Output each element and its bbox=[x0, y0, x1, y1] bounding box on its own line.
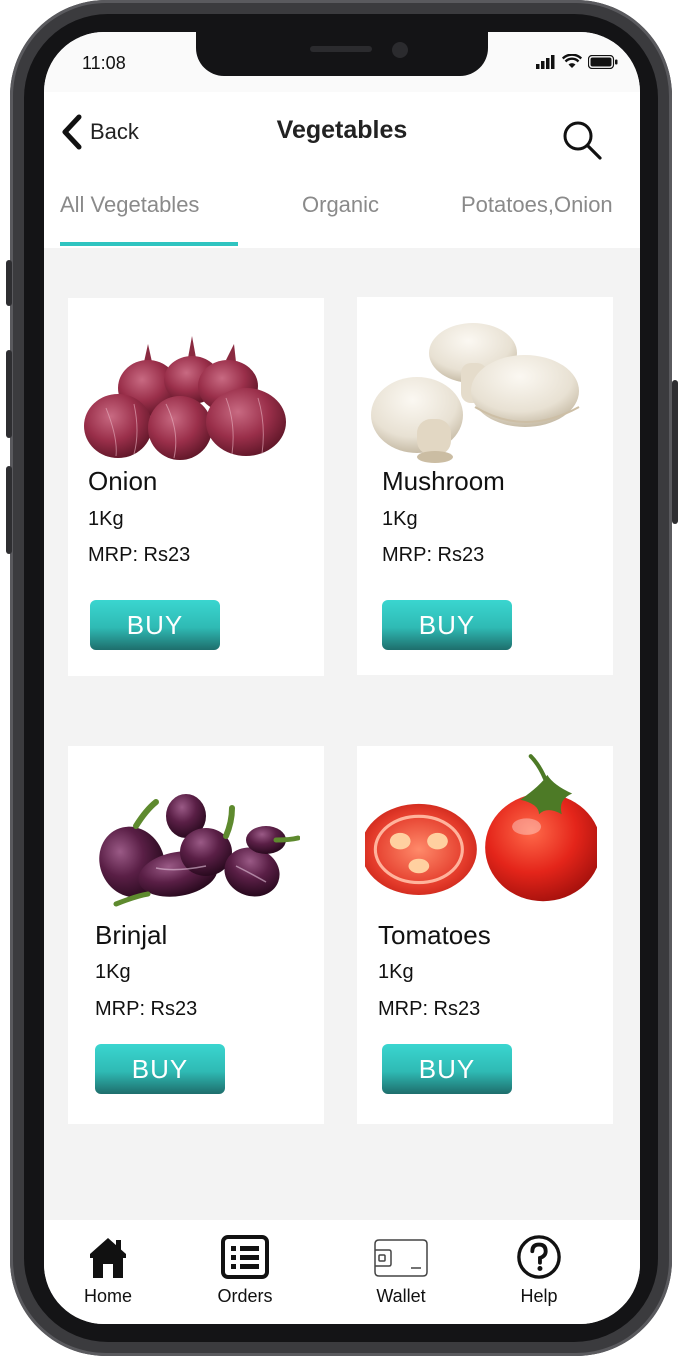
product-price: MRP: Rs23 bbox=[88, 544, 191, 566]
nav-orders[interactable]: Orders bbox=[195, 1234, 295, 1307]
buy-button[interactable]: BUY bbox=[95, 1044, 225, 1094]
product-card-tomatoes: Tomatoes 1Kg MRP: Rs23 BUY bbox=[357, 746, 613, 1124]
nav-label: Orders bbox=[217, 1286, 273, 1306]
nav-help[interactable]: Help bbox=[489, 1234, 589, 1307]
signal-icon bbox=[536, 54, 555, 69]
tab-organic[interactable]: Organic bbox=[302, 192, 379, 218]
orders-list-icon bbox=[221, 1235, 269, 1279]
buy-button[interactable]: BUY bbox=[382, 1044, 512, 1094]
product-price: MRP: Rs23 bbox=[378, 998, 481, 1020]
product-price: MRP: Rs23 bbox=[382, 544, 485, 566]
status-time: 11:08 bbox=[82, 53, 126, 73]
nav-wallet[interactable]: Wallet bbox=[351, 1234, 451, 1307]
onion-image bbox=[84, 336, 286, 460]
buy-button[interactable]: BUY bbox=[382, 600, 512, 650]
product-qty: 1Kg bbox=[95, 961, 131, 983]
status-icons bbox=[536, 54, 618, 69]
brinjal-image bbox=[99, 794, 300, 907]
app-screen: 11:08 Back Vegetables All Vegetables Org… bbox=[44, 32, 640, 1324]
product-card-brinjal: Brinjal 1Kg MRP: Rs23 BUY bbox=[68, 746, 324, 1124]
wifi-icon bbox=[562, 54, 582, 68]
product-qty: 1Kg bbox=[382, 508, 418, 530]
product-card-mushroom: Mushroom 1Kg MRP: Rs23 BUY bbox=[357, 297, 613, 675]
power-button bbox=[672, 380, 678, 524]
buy-button[interactable]: BUY bbox=[90, 600, 220, 650]
product-card-onion: Onion 1Kg MRP: Rs23 BUY bbox=[68, 298, 324, 676]
active-tab-indicator bbox=[60, 242, 238, 246]
tab-potatoes-onion[interactable]: Potatoes,Onion bbox=[461, 192, 613, 218]
product-price: MRP: Rs23 bbox=[95, 998, 198, 1020]
product-name: Brinjal bbox=[95, 920, 168, 950]
notch bbox=[196, 32, 488, 76]
wallet-icon bbox=[374, 1239, 428, 1277]
nav-label: Wallet bbox=[376, 1286, 426, 1306]
search-icon[interactable] bbox=[560, 118, 604, 162]
help-icon bbox=[517, 1235, 561, 1279]
category-tabs: All Vegetables Organic Potatoes,Onion bbox=[44, 184, 640, 248]
volume-down-button bbox=[6, 466, 12, 554]
battery-icon bbox=[588, 54, 618, 69]
volume-up-button bbox=[6, 350, 12, 438]
nav-home[interactable]: Home bbox=[58, 1234, 158, 1307]
product-qty: 1Kg bbox=[378, 961, 414, 983]
header: Back Vegetables All Vegetables Organic P… bbox=[44, 92, 640, 248]
product-qty: 1Kg bbox=[88, 508, 124, 530]
bottom-nav: Home Orders Wallet Help bbox=[44, 1220, 640, 1324]
silent-switch bbox=[6, 260, 12, 306]
nav-label: Help bbox=[520, 1286, 558, 1306]
home-icon bbox=[90, 1238, 126, 1278]
tab-all-vegetables[interactable]: All Vegetables bbox=[60, 192, 199, 218]
tomato-image bbox=[365, 754, 597, 902]
product-name: Tomatoes bbox=[378, 920, 491, 950]
page-title: Vegetables bbox=[276, 116, 408, 144]
mushroom-image bbox=[371, 323, 580, 463]
product-name: Onion bbox=[88, 466, 158, 496]
nav-label: Home bbox=[83, 1286, 132, 1306]
product-name: Mushroom bbox=[382, 466, 505, 496]
